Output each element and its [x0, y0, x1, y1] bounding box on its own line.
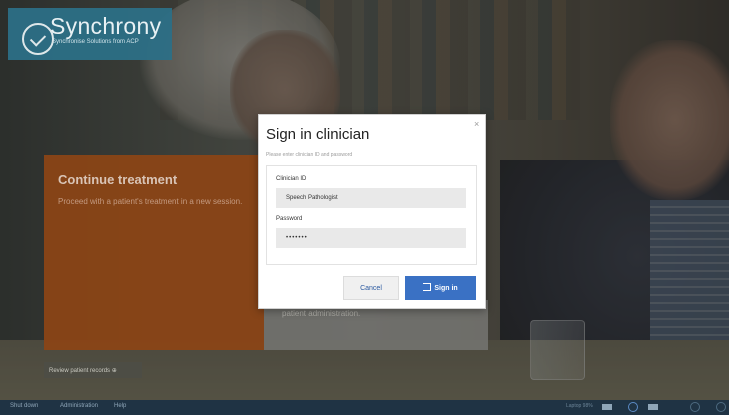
battery-icon [602, 404, 612, 410]
continue-treatment-description: Proceed with a patient's treatment in a … [58, 197, 243, 206]
power-icon[interactable] [628, 402, 638, 412]
clinician-id-input[interactable]: Speech Pathologist [276, 188, 466, 208]
info-icon[interactable] [716, 402, 726, 412]
brand-name: Synchrony [50, 13, 162, 39]
administration-tile-text: patient administration. [282, 309, 361, 318]
password-label: Password [276, 216, 303, 222]
help-link[interactable]: Help [114, 403, 126, 409]
wifi-icon [648, 404, 658, 410]
close-icon[interactable]: × [474, 119, 479, 129]
shut-down-link[interactable]: Shut down [10, 403, 38, 409]
bottom-bar [0, 400, 729, 415]
review-patient-records-button[interactable]: Review patient records ⊕ [44, 362, 142, 378]
password-input[interactable]: ••••••• [276, 228, 466, 248]
dialog-title: Sign in clinician [266, 126, 370, 143]
sign-in-icon [423, 283, 432, 291]
sign-in-button[interactable]: Sign in [405, 276, 476, 300]
clinician-id-label: Clinician ID [276, 176, 307, 182]
settings-icon[interactable] [690, 402, 700, 412]
sign-in-label: Sign in [434, 285, 458, 292]
cancel-button[interactable]: Cancel [343, 276, 399, 300]
battery-status-text: Laptop 98% [566, 403, 593, 409]
dialog-subtitle: Please enter clinician ID and password [266, 152, 353, 158]
administration-link[interactable]: Administration [60, 403, 98, 409]
brand-tagline: Synchronise Solutions from ACP [52, 39, 139, 45]
continue-treatment-title: Continue treatment [58, 172, 178, 187]
